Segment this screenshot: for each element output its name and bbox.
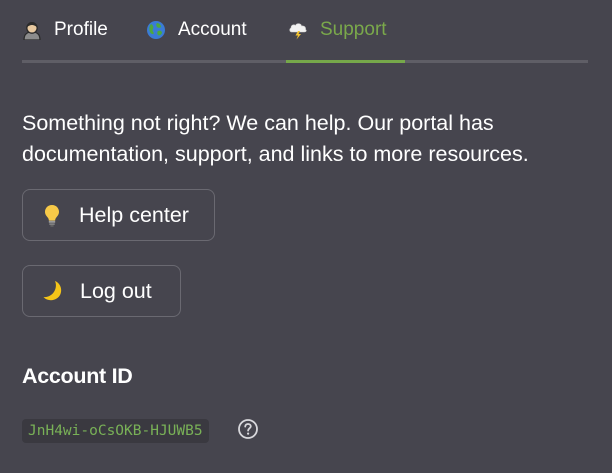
help-center-button[interactable]: Help center: [22, 189, 215, 241]
person-emoji-icon: [23, 22, 41, 40]
tab-bar: Profile Account Support: [22, 0, 588, 64]
account-id-value[interactable]: JnH4wi-oCsOKB-HJUWB5: [22, 419, 209, 443]
support-intro-text: Something not right? We can help. Our po…: [22, 111, 529, 166]
question-circle-icon[interactable]: [237, 418, 259, 440]
help-center-label: Help center: [79, 202, 189, 227]
active-tab-indicator: [286, 60, 405, 63]
tab-account[interactable]: Account: [146, 0, 286, 64]
globe-emoji-icon: [147, 21, 165, 39]
cloud-lightning-emoji-icon: [289, 23, 307, 40]
tab-profile[interactable]: Profile: [22, 0, 122, 64]
tab-label-support: Support: [320, 19, 387, 40]
tab-label-account: Account: [178, 19, 247, 40]
log-out-button[interactable]: Log out: [22, 265, 181, 317]
tab-support[interactable]: Support: [286, 0, 405, 64]
crescent-moon-icon: [43, 281, 62, 301]
account-id-heading: Account ID: [22, 364, 133, 388]
tab-label-profile: Profile: [54, 19, 108, 40]
log-out-label: Log out: [80, 278, 152, 303]
lightbulb-icon: [45, 205, 59, 227]
